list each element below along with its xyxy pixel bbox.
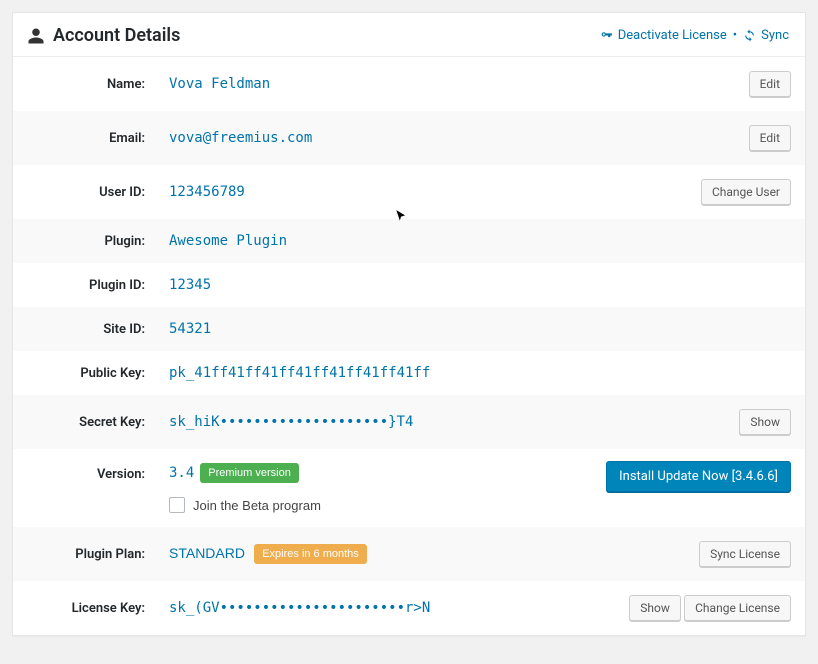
show-license-key-button[interactable]: Show xyxy=(629,595,681,621)
row-public-key: Public Key: pk_41ff41ff41ff41ff41ff41ff4… xyxy=(13,351,805,395)
beta-checkbox[interactable] xyxy=(169,497,185,513)
label-site-id: Site ID: xyxy=(13,307,155,351)
user-icon xyxy=(27,27,45,45)
label-plan: Plugin Plan: xyxy=(13,527,155,581)
label-user-id: User ID: xyxy=(13,165,155,219)
edit-name-button[interactable]: Edit xyxy=(749,71,791,97)
panel-header: Account Details Deactivate License • Syn… xyxy=(13,13,805,57)
panel-title-text: Account Details xyxy=(53,25,180,46)
value-public-key: pk_41ff41ff41ff41ff41ff41ff41ff xyxy=(155,351,592,395)
row-email: Email: vova@freemius.com Edit xyxy=(13,111,805,165)
row-name: Name: Vova Feldman Edit xyxy=(13,57,805,111)
key-icon xyxy=(600,29,613,42)
premium-badge: Premium version xyxy=(200,463,299,483)
beta-label: Join the Beta program xyxy=(193,498,321,513)
value-secret-key: sk_hiK••••••••••••••••••••}T4 xyxy=(155,395,592,449)
header-actions: Deactivate License • Sync xyxy=(600,28,789,43)
label-version: Version: xyxy=(13,449,155,527)
label-license-key: License Key: xyxy=(13,581,155,635)
row-plan: Plugin Plan: STANDARD Expires in 6 month… xyxy=(13,527,805,581)
label-name: Name: xyxy=(13,57,155,111)
row-secret-key: Secret Key: sk_hiK••••••••••••••••••••}T… xyxy=(13,395,805,449)
row-plugin-id: Plugin ID: 12345 xyxy=(13,263,805,307)
row-version: Version: 3.4 Premium version Join the Be… xyxy=(13,449,805,527)
value-license-key: sk_(GV••••••••••••••••••••••r>N xyxy=(155,581,592,635)
deactivate-license-label: Deactivate License xyxy=(618,28,727,43)
value-user-id: 123456789 xyxy=(155,165,592,219)
label-secret-key: Secret Key: xyxy=(13,395,155,449)
sync-icon xyxy=(743,29,756,42)
sync-link[interactable]: Sync xyxy=(743,28,789,43)
edit-email-button[interactable]: Edit xyxy=(749,125,791,151)
install-update-button[interactable]: Install Update Now [3.4.6.6] xyxy=(606,461,791,492)
show-secret-key-button[interactable]: Show xyxy=(739,409,791,435)
deactivate-license-link[interactable]: Deactivate License xyxy=(600,28,727,43)
label-plugin: Plugin: xyxy=(13,219,155,263)
value-site-id: 54321 xyxy=(155,307,592,351)
details-table: Name: Vova Feldman Edit Email: vova@free… xyxy=(13,57,805,635)
account-details-panel: Account Details Deactivate License • Syn… xyxy=(12,12,806,636)
change-license-button[interactable]: Change License xyxy=(684,595,791,621)
value-plan: STANDARD xyxy=(169,545,245,561)
value-email: vova@freemius.com xyxy=(155,111,592,165)
separator: • xyxy=(733,28,737,43)
change-user-button[interactable]: Change User xyxy=(701,179,791,205)
row-plugin: Plugin: Awesome Plugin xyxy=(13,219,805,263)
sync-label: Sync xyxy=(761,28,789,43)
value-version: 3.4 xyxy=(169,465,194,481)
value-plugin: Awesome Plugin xyxy=(155,219,592,263)
row-site-id: Site ID: 54321 xyxy=(13,307,805,351)
beta-program-row[interactable]: Join the Beta program xyxy=(169,483,578,513)
expires-badge: Expires in 6 months xyxy=(254,544,367,564)
label-public-key: Public Key: xyxy=(13,351,155,395)
value-plugin-id: 12345 xyxy=(155,263,592,307)
row-user-id: User ID: 123456789 Change User xyxy=(13,165,805,219)
sync-license-button[interactable]: Sync License xyxy=(699,541,791,567)
row-license-key: License Key: sk_(GV•••••••••••••••••••••… xyxy=(13,581,805,635)
value-name: Vova Feldman xyxy=(155,57,592,111)
label-plugin-id: Plugin ID: xyxy=(13,263,155,307)
label-email: Email: xyxy=(13,111,155,165)
panel-title: Account Details xyxy=(27,25,180,46)
